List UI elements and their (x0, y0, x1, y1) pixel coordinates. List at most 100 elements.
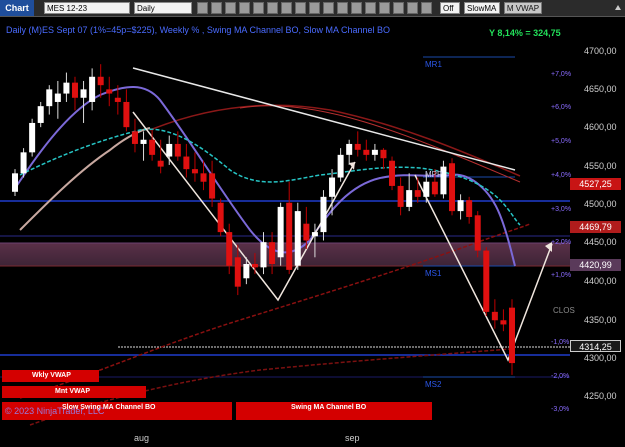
candle-body (166, 143, 173, 157)
pct-tick-3: +3,0% (551, 206, 572, 213)
price-tick-4250: 4250,00 (584, 391, 617, 401)
level-ms2: MS2 (425, 380, 442, 389)
candle-body (131, 131, 138, 144)
channel-red-line (239, 105, 521, 183)
candle-body (320, 196, 327, 233)
candle-body (37, 106, 44, 123)
price-tick-4600: 4600,00 (584, 122, 617, 132)
candle-body (54, 93, 61, 102)
pct-tick-6: +6,0% (551, 104, 572, 111)
candle-body (234, 257, 241, 287)
chart-title: Daily (M)ES Sept 07 (1%=45p=$225), Weekl… (6, 25, 391, 35)
candle-body (243, 264, 250, 279)
candle-body (431, 181, 438, 195)
candle-body (269, 242, 276, 265)
pct-tick-7: +7,0% (551, 71, 572, 78)
candle-body (406, 190, 413, 207)
pct-tick-4: +4,0% (551, 172, 572, 179)
candle-body (123, 101, 130, 128)
candle-body (363, 149, 370, 155)
candle-body (149, 139, 156, 155)
date-tick-sep: sep (345, 433, 360, 443)
candle-body (157, 160, 164, 167)
candle-series (12, 64, 515, 375)
price-tick-4350: 4350,00 (584, 315, 617, 325)
level-ms1: MS1 (425, 269, 442, 278)
candle-body (29, 122, 36, 153)
candle-body (294, 211, 301, 266)
candle-body (337, 154, 344, 178)
candle-body (209, 173, 216, 199)
price-marker-4527: 4527,25 (570, 178, 621, 190)
candle-body (466, 200, 473, 217)
candle-body (217, 202, 224, 233)
candle-body (346, 143, 353, 155)
candle-body (200, 173, 207, 182)
pct-tick-2: +2,0% (551, 239, 572, 246)
candle-body (380, 149, 387, 159)
pct-tick-1: +1,0% (551, 272, 572, 279)
price-tick-4550: 4550,00 (584, 161, 617, 171)
candle-body (474, 215, 481, 251)
candle-body (114, 97, 121, 102)
price-tick-4500: 4500,00 (584, 199, 617, 209)
swing-channel-beige (19, 127, 151, 231)
candle-body (491, 311, 498, 321)
candle-body (311, 232, 318, 237)
pct-tick-neg3: -3,0% (551, 406, 570, 413)
price-marker-4420: 4420,99 (570, 259, 621, 271)
candle-body (509, 307, 515, 364)
price-tick-4400: 4400,00 (584, 276, 617, 286)
candle-body (449, 163, 456, 212)
candle-body (226, 232, 233, 266)
candle-body (174, 143, 181, 157)
price-tick-4300: 4300,00 (584, 353, 617, 363)
candle-body (483, 250, 490, 312)
pct-tick-neg2: -2,0% (551, 373, 570, 380)
candle-body (183, 156, 190, 170)
candle-body (414, 190, 421, 197)
candle-body (106, 89, 113, 94)
swing-bar: Swing MA Channel BO (236, 402, 432, 420)
candle-body (97, 76, 104, 86)
clos-label: CLOS (553, 306, 575, 315)
candle-body (371, 149, 378, 155)
candle-body (89, 76, 96, 102)
crosshair-readout: Y 8,14% = 324,75 (489, 28, 561, 38)
candle-body (191, 169, 198, 174)
candle-body (46, 89, 53, 107)
pct-tick-neg1: -1,0% (551, 339, 570, 346)
candle-body (389, 160, 396, 186)
candle-body (397, 185, 404, 207)
trendline-upper (132, 67, 516, 171)
candle-body (277, 206, 284, 258)
pct-tick-5: +5,0% (551, 138, 572, 145)
candle-body (303, 223, 310, 241)
candle-body (80, 89, 87, 98)
candle-body (260, 242, 267, 268)
candle-body (423, 181, 430, 197)
candle-body (20, 152, 27, 174)
price-tick-4650: 4650,00 (584, 84, 617, 94)
candle-body (63, 82, 70, 94)
price-marker-4469: 4469,79 (570, 221, 621, 233)
level-mr1: MR1 (425, 60, 442, 69)
candle-body (286, 202, 293, 270)
candle-body (354, 143, 361, 150)
candle-body (140, 139, 147, 144)
price-tick-4700: 4700,00 (584, 46, 617, 56)
price-marker-last: 4314,25 (570, 340, 621, 352)
candle-body (329, 177, 336, 197)
date-tick-aug: aug (134, 433, 150, 443)
candle-body (251, 264, 258, 268)
candle-body (12, 173, 18, 192)
mnt-vwap-bar: Mnt VWAP (2, 386, 146, 398)
copyright: © 2023 NinjaTrader, LLC (5, 406, 105, 416)
candle-body (457, 200, 464, 212)
candle-body (500, 320, 507, 325)
wkly-vwap-bar: Wkly VWAP (2, 370, 99, 382)
candle-body (71, 82, 78, 98)
price-tick-4450: 4450,00 (584, 237, 617, 247)
chart-window: Chart MES 12-23 Daily Off SlowMA M VWAP (0, 0, 625, 447)
level-mpp: MPP (425, 170, 443, 179)
